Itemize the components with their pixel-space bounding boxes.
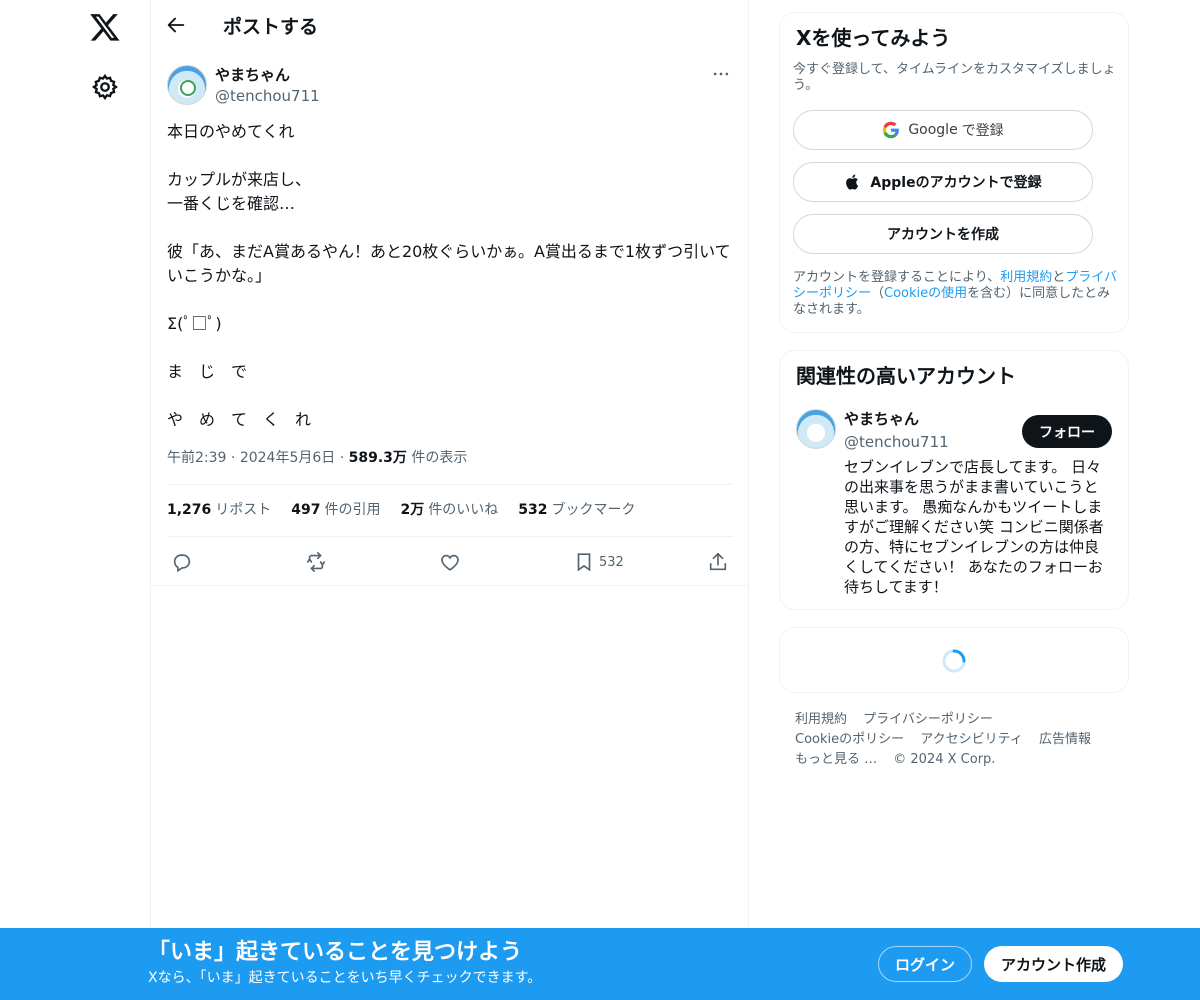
apple-signup-button[interactable]: Appleのアカウントで登録 bbox=[793, 162, 1093, 202]
footer-terms-link[interactable]: 利用規約 bbox=[795, 712, 847, 727]
bookmarks-value: 532 bbox=[518, 502, 548, 518]
related-bio: セブンイレブンで店長してます。 日々の出来事を思うがまま書いていこうと思います。… bbox=[844, 458, 1104, 596]
bookmark-button[interactable]: 532 bbox=[573, 547, 624, 577]
signup-terms: アカウントを登録することにより、利用規約とプライバシーポリシー（Cookieの使… bbox=[793, 270, 1123, 318]
related-handle[interactable]: @tenchou711 bbox=[844, 432, 949, 452]
avatar[interactable] bbox=[167, 65, 207, 105]
footer-more-link[interactable]: もっと見る … bbox=[795, 752, 877, 767]
like-button[interactable] bbox=[439, 547, 461, 577]
likes-stat[interactable]: 2万 件のいいね bbox=[401, 500, 499, 520]
footer-accessibility-link[interactable]: アクセシビリティ bbox=[920, 732, 1023, 747]
quotes-label: 件の引用 bbox=[324, 502, 381, 518]
footer-cookie-link[interactable]: Cookieのポリシー bbox=[795, 732, 904, 747]
loading-spinner-icon bbox=[942, 649, 966, 673]
footer-ads-link[interactable]: 広告情報 bbox=[1039, 732, 1091, 747]
likes-value: 2万 bbox=[400, 502, 425, 518]
bookmarks-stat[interactable]: 532 ブックマーク bbox=[518, 500, 635, 520]
google-signup-label: で登録 bbox=[961, 123, 1004, 139]
bookmark-icon bbox=[577, 553, 591, 572]
post-line: Σ(ﾟ□ﾟ) bbox=[167, 314, 222, 333]
reposts-stat[interactable]: 1,276 リポスト bbox=[167, 500, 271, 520]
divider bbox=[167, 536, 733, 537]
signup-card-subtitle: 今すぐ登録して、タイムラインをカスタマイズしましょう。 bbox=[793, 62, 1116, 93]
likes-label: 件のいいね bbox=[428, 502, 499, 518]
reply-button[interactable] bbox=[171, 547, 193, 577]
related-accounts-card: 関連性の高いアカウント やまちゃん @tenchou711 フォロー セブンイレ… bbox=[779, 350, 1129, 610]
post-author-name[interactable]: やまちゃん bbox=[215, 65, 290, 85]
page-title: ポストする bbox=[223, 16, 319, 38]
main-column: ポストする やまちゃん @tenchou711 本日のやめてくれ カップルが来店… bbox=[150, 0, 749, 1000]
cookie-link[interactable]: Cookieの使用 bbox=[884, 286, 967, 301]
signup-card: Xを使ってみよう 今すぐ登録して、タイムラインをカスタマイズしましょう。 Goo… bbox=[779, 12, 1129, 333]
footer-privacy-link[interactable]: プライバシーポリシー bbox=[863, 712, 993, 727]
signup-button[interactable]: アカウント作成 bbox=[984, 946, 1123, 982]
google-icon bbox=[883, 121, 900, 139]
post-time[interactable]: 午前2:39 bbox=[167, 450, 226, 466]
bookmarks-label: ブックマーク bbox=[551, 502, 636, 518]
repost-icon bbox=[306, 552, 326, 572]
avatar-icon bbox=[180, 80, 196, 96]
post-views-value: 589.3万 bbox=[348, 450, 407, 466]
post-line: 本日のやめてくれ bbox=[167, 122, 295, 141]
reposts-label: リポスト bbox=[215, 502, 272, 518]
post-line: カップルが来店し、 一番くじを確認… bbox=[167, 170, 312, 213]
divider bbox=[151, 585, 749, 586]
divider bbox=[167, 484, 733, 485]
main-header: ポストする bbox=[151, 0, 749, 54]
post-views-label: 件の表示 bbox=[411, 450, 468, 466]
reposts-value: 1,276 bbox=[167, 502, 212, 518]
google-signup-button[interactable]: Google で登録 bbox=[793, 110, 1093, 150]
footer-copyright: © 2024 X Corp. bbox=[893, 752, 996, 767]
login-button[interactable]: ログイン bbox=[878, 946, 972, 982]
post-author-handle[interactable]: @tenchou711 bbox=[215, 86, 320, 106]
bottom-banner: 「いま」起きていることを見つけよう Xなら、「いま」起きていることをいち早くチェ… bbox=[0, 928, 1200, 1000]
follow-button[interactable]: フォロー bbox=[1022, 415, 1112, 448]
repost-button[interactable] bbox=[305, 547, 327, 577]
signup-card-title: Xを使ってみよう bbox=[796, 26, 951, 50]
more-icon[interactable] bbox=[711, 64, 735, 88]
post-text: 本日のやめてくれ カップルが来店し、 一番くじを確認… 彼「あ、まだA賞あるやん… bbox=[167, 120, 733, 456]
apple-signup-label: Appleのアカウントで登録 bbox=[870, 175, 1042, 191]
google-brand: Google bbox=[908, 122, 958, 138]
reply-icon bbox=[173, 554, 191, 573]
create-account-button[interactable]: アカウントを作成 bbox=[793, 214, 1093, 254]
terms-text: アカウントを登録することにより、 bbox=[793, 270, 1001, 285]
create-account-label: アカウントを作成 bbox=[887, 227, 999, 243]
banner-subtitle: Xなら、「いま」起きていることをいち早くチェックできます。 bbox=[148, 970, 542, 986]
post-stats: 1,276 リポスト 497 件の引用 2万 件のいいね 532 ブックマーク bbox=[167, 500, 733, 520]
share-button[interactable] bbox=[707, 547, 729, 577]
related-title: 関連性の高いアカウント bbox=[796, 364, 1016, 388]
arrow-left-icon[interactable] bbox=[165, 14, 191, 40]
post-line: や め て く れ bbox=[167, 410, 312, 429]
terms-text: （ bbox=[871, 286, 885, 301]
related-name[interactable]: やまちゃん bbox=[844, 409, 919, 429]
footer-links: 利用規約 プライバシーポリシー Cookieのポリシー アクセシビリティ 広告情… bbox=[795, 710, 1115, 770]
quotes-stat[interactable]: 497 件の引用 bbox=[291, 500, 380, 520]
banner-title: 「いま」起きていることを見つけよう bbox=[148, 940, 523, 965]
left-nav bbox=[0, 0, 150, 1000]
quotes-value: 497 bbox=[291, 502, 321, 518]
terms-text: と bbox=[1052, 270, 1066, 285]
post-meta: 午前2:39 · 2024年5月6日 · 589.3万 件の表示 bbox=[167, 450, 468, 466]
x-logo-icon[interactable] bbox=[89, 11, 121, 43]
terms-link[interactable]: 利用規約 bbox=[1000, 270, 1052, 285]
heart-icon bbox=[441, 554, 459, 571]
gear-icon[interactable] bbox=[91, 73, 119, 101]
post-date[interactable]: 2024年5月6日 bbox=[240, 450, 335, 466]
loading-card bbox=[779, 627, 1129, 693]
share-icon bbox=[709, 552, 727, 571]
post-actions: 532 bbox=[167, 547, 733, 577]
post-line: 彼「あ、まだA賞あるやん！あと20枚ぐらいかぁ。A賞出るまで1枚ずつ引いていこう… bbox=[167, 242, 731, 285]
apple-icon bbox=[846, 174, 859, 190]
post-line: ま じ で bbox=[167, 362, 248, 381]
avatar[interactable] bbox=[796, 409, 836, 449]
bookmark-count: 532 bbox=[599, 554, 624, 570]
